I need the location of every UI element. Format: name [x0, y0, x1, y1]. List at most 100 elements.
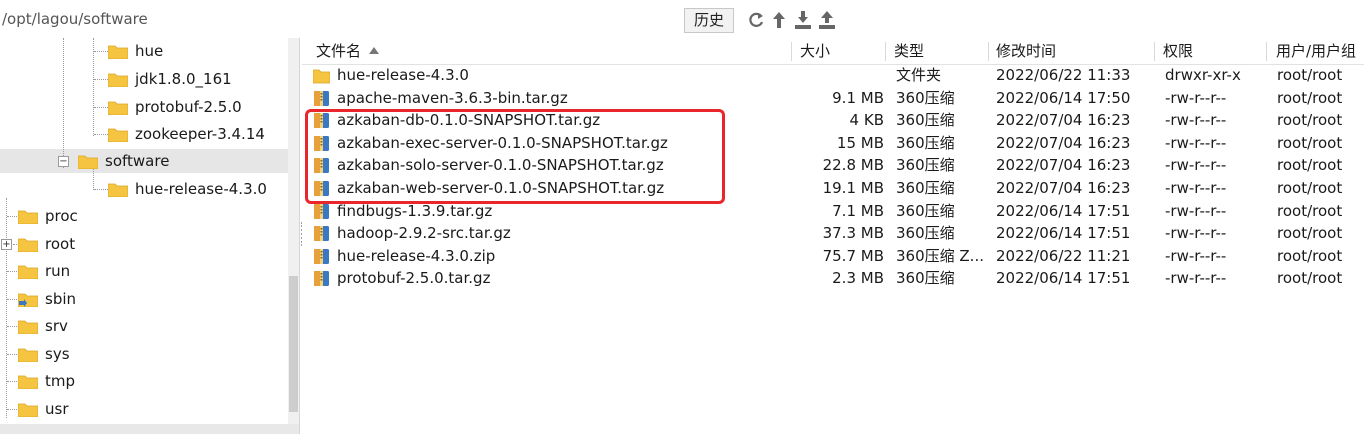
tree-guide-line — [94, 189, 108, 190]
file-name: azkaban-solo-server-0.1.0-SNAPSHOT.tar.g… — [337, 156, 664, 175]
file-list: 文件名 大小 类型 修改时间 权限 用户/用户组 hue-release-4.3… — [302, 38, 1364, 434]
folder-icon — [18, 210, 38, 224]
file-type: 360压缩 — [896, 269, 955, 288]
tree-guide-line — [93, 38, 94, 136]
download-icon[interactable] — [793, 10, 813, 30]
file-type: 文件夹 — [896, 66, 942, 84]
folder-icon — [18, 265, 38, 279]
file-size: 2.3 MB — [832, 269, 884, 288]
file-size — [792, 64, 884, 87]
tree-guide-line — [94, 134, 108, 135]
folder-icon — [78, 155, 98, 169]
refresh-icon[interactable] — [746, 10, 766, 30]
table-row[interactable]: azkaban-solo-server-0.1.0-SNAPSHOT.tar.g… — [302, 154, 1364, 177]
folder-icon — [18, 375, 38, 389]
file-type: 360压缩 — [896, 179, 955, 197]
tree-item-label: hue — [135, 42, 164, 60]
up-arrow-icon[interactable] — [769, 10, 789, 30]
file-modified: 2022/07/04 16:23 — [996, 156, 1131, 175]
tree-guide-line — [94, 51, 108, 52]
folder-icon — [108, 45, 128, 59]
table-row[interactable]: azkaban-web-server-0.1.0-SNAPSHOT.tar.gz… — [302, 177, 1364, 200]
column-header-size[interactable]: 大小 — [800, 38, 880, 65]
table-row[interactable]: hue-release-4.3.0 文件夹 2022/06/22 11:33 drwx… — [302, 64, 1364, 87]
tree-horizontal-scrollbar[interactable] — [0, 424, 299, 434]
directory-tree: hue jdk1.8.0_161 protobuf-2.5.0 zookeepe… — [0, 38, 300, 434]
file-modified: 2022/06/22 11:21 — [996, 246, 1131, 265]
file-name: hadoop-2.9.2-src.tar.gz — [337, 224, 511, 243]
column-divider[interactable] — [1154, 42, 1155, 61]
file-permissions: -rw-r--r-- — [1165, 111, 1227, 130]
column-header-owner[interactable]: 用户/用户组 — [1276, 38, 1364, 65]
collapse-toggle-software[interactable]: − — [58, 156, 69, 167]
path-input[interactable]: /opt/lagou/software — [0, 4, 676, 34]
upload-icon[interactable] — [817, 10, 837, 30]
archive-icon — [314, 203, 329, 219]
file-permissions: -rw-r--r-- — [1165, 88, 1227, 107]
file-permissions: -rw-r--r-- — [1165, 269, 1227, 288]
file-modified: 2022/06/14 17:51 — [996, 269, 1131, 288]
column-header-type[interactable]: 类型 — [894, 38, 984, 65]
file-name: protobuf-2.5.0.tar.gz — [337, 269, 491, 288]
table-row[interactable]: azkaban-db-0.1.0-SNAPSHOT.tar.gz 4 KB 360压… — [302, 109, 1364, 132]
table-row[interactable]: azkaban-exec-server-0.1.0-SNAPSHOT.tar.g… — [302, 132, 1364, 155]
file-name: hue-release-4.3.0.zip — [337, 246, 496, 265]
file-owner: root/root — [1277, 133, 1343, 152]
tree-item-label: srv — [45, 317, 68, 335]
history-button[interactable]: 历史 — [684, 8, 734, 33]
file-size: 9.1 MB — [832, 88, 884, 107]
column-divider[interactable] — [988, 42, 989, 61]
tree-guide-line — [93, 168, 94, 190]
column-divider[interactable] — [885, 42, 886, 61]
tree-guide-line — [63, 38, 64, 168]
archive-icon — [314, 158, 329, 174]
file-modified: 2022/06/14 17:51 — [996, 201, 1131, 220]
file-type: 360压缩 — [896, 111, 955, 130]
tree-item-label: run — [45, 262, 71, 280]
archive-icon — [314, 135, 329, 151]
archive-icon — [314, 271, 329, 287]
tree-item-label: zookeeper-3.4.14 — [135, 125, 265, 143]
column-header-label: 文件名 — [316, 42, 362, 60]
file-size: 19.1 MB — [822, 179, 884, 197]
column-divider[interactable] — [1266, 42, 1267, 61]
column-divider[interactable] — [791, 42, 792, 61]
file-permissions: -rw-r--r-- — [1165, 156, 1227, 175]
file-modified: 2022/07/04 16:23 — [996, 133, 1131, 152]
file-owner: root/root — [1277, 88, 1343, 107]
file-permissions: drwxr-xr-x — [1165, 66, 1241, 84]
file-size: 37.3 MB — [822, 224, 884, 243]
folder-icon — [18, 320, 38, 334]
tree-item-label: tmp — [45, 372, 76, 390]
column-header-name[interactable]: 文件名 — [316, 38, 786, 65]
file-size: 15 MB — [836, 133, 884, 152]
table-row[interactable]: hadoop-2.9.2-src.tar.gz 37.3 MB 360压缩 2022/… — [302, 222, 1364, 245]
file-owner: root/root — [1277, 269, 1343, 288]
sort-ascending-icon — [369, 47, 380, 54]
column-header-modified[interactable]: 修改时间 — [996, 38, 1146, 65]
tree-guide-line — [6, 198, 7, 418]
file-size: 22.8 MB — [822, 156, 884, 175]
file-modified: 2022/06/14 17:50 — [996, 88, 1131, 107]
file-list-header: 文件名 大小 类型 修改时间 权限 用户/用户组 — [302, 38, 1364, 65]
table-row[interactable]: apache-maven-3.6.3-bin.tar.gz 9.1 MB 360压缩… — [302, 87, 1364, 110]
path-bar: /opt/lagou/software 历史 — [0, 0, 1364, 38]
file-owner: root/root — [1277, 111, 1343, 130]
folder-icon — [18, 403, 38, 417]
archive-icon — [314, 226, 329, 242]
file-type: 360压缩 — [896, 133, 955, 152]
table-row[interactable]: protobuf-2.5.0.tar.gz 2.3 MB 360压缩 2022/06/… — [302, 267, 1364, 290]
tree-item-label: proc — [45, 207, 78, 225]
file-owner: root/root — [1277, 156, 1343, 175]
column-header-permissions[interactable]: 权限 — [1163, 38, 1263, 65]
file-size: 75.7 MB — [822, 246, 884, 265]
file-size: 4 KB — [849, 111, 884, 130]
table-row[interactable]: hue-release-4.3.0.zip 75.7 MB 360压缩 Z... 20… — [302, 245, 1364, 268]
file-owner: root/root — [1277, 201, 1343, 220]
tree-item-label: jdk1.8.0_161 — [135, 70, 232, 88]
file-owner: root/root — [1277, 224, 1343, 243]
archive-icon — [314, 181, 329, 196]
tree-scrollbar-thumb[interactable] — [289, 276, 298, 412]
table-row[interactable]: findbugs-1.3.9.tar.gz 7.1 MB 360压缩 2022/06/… — [302, 200, 1364, 223]
expand-toggle-root[interactable]: + — [1, 239, 12, 250]
